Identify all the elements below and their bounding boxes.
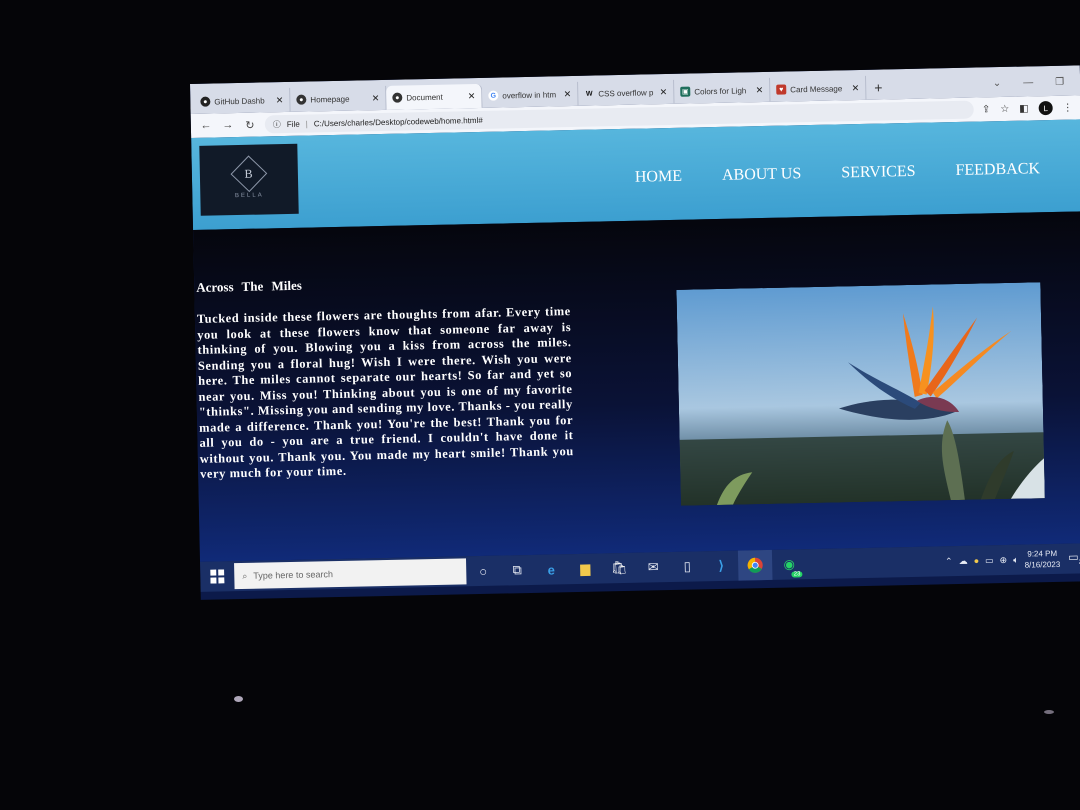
close-icon[interactable]: ✕ (372, 93, 380, 104)
logo-text: BELLA (234, 192, 264, 200)
close-icon[interactable]: ✕ (468, 91, 476, 102)
github-icon: ● (200, 96, 211, 107)
tab-colors[interactable]: ▣ Colors for Ligh ✕ (674, 77, 771, 104)
separator: | (305, 119, 308, 129)
tab-label: GitHub Dashb (214, 95, 265, 106)
whatsapp-icon[interactable]: ◉ 23 (772, 549, 807, 580)
restore-icon[interactable]: ❐ (1055, 76, 1064, 87)
file-explorer-icon[interactable]: ▆ (568, 553, 603, 584)
store-icon[interactable]: 🛍 (602, 553, 637, 584)
info-icon[interactable]: ⓘ (273, 119, 281, 130)
chevron-down-icon[interactable]: ⌄ (993, 78, 1002, 89)
reload-icon[interactable]: ↻ (243, 118, 257, 131)
clock-date: 8/16/2023 (1024, 559, 1061, 570)
search-icon: ⌕ (242, 570, 248, 581)
flower-image-drawing (676, 282, 1045, 506)
bird-of-paradise-image (676, 282, 1045, 506)
logo-letter: B (244, 166, 254, 181)
laptop-screen: ● GitHub Dashb ✕ ● Homepage ✕ ● Document… (190, 65, 1080, 600)
taskbar-search[interactable]: ⌕ Type here to search (234, 558, 467, 590)
volume-icon[interactable]: 🔈︎ (1013, 554, 1019, 565)
close-icon[interactable]: ✕ (564, 89, 572, 100)
tray-app-icon[interactable]: ☁ (959, 555, 968, 566)
tab-label: CSS overflow p (598, 87, 654, 98)
star-icon[interactable]: ☆ (1000, 103, 1009, 114)
clock-time: 9:24 PM (1027, 548, 1058, 559)
mail-icon[interactable]: ✉ (636, 552, 671, 583)
document-icon[interactable]: ▯ (670, 551, 705, 582)
tray-app-icon[interactable]: ● (974, 556, 980, 566)
page-body: Across The Miles Tucked inside these flo… (193, 211, 1080, 562)
side-panel-icon[interactable]: ◧ (1019, 103, 1029, 114)
vscode-icon[interactable]: ⟩ (704, 551, 739, 582)
new-tab-button[interactable]: + (866, 75, 891, 100)
card-icon: ♥ (776, 84, 787, 95)
back-icon[interactable]: ← (199, 120, 213, 132)
w3schools-icon: W (585, 90, 593, 98)
tab-label: Document (406, 92, 443, 102)
tab-card-message[interactable]: ♥ Card Message ✕ (769, 75, 867, 102)
google-icon: G (488, 90, 499, 101)
share-icon[interactable]: ⇪ (982, 104, 991, 115)
tab-css-overflow[interactable]: W CSS overflow p ✕ (578, 79, 675, 106)
article-title: Across The Miles (196, 277, 302, 295)
nav-about-us[interactable]: ABOUT US (722, 165, 802, 185)
task-view-icon[interactable]: ⧉ (500, 555, 535, 586)
article-body: Tucked inside these flowers are thoughts… (196, 304, 574, 481)
app-icon: ▣ (680, 86, 691, 97)
whatsapp-badge: 23 (791, 571, 803, 578)
tab-label: Homepage (310, 94, 350, 104)
profile-avatar[interactable]: L (1038, 100, 1053, 116)
tab-homepage[interactable]: ● Homepage ✕ (290, 85, 387, 112)
chrome-icon[interactable] (737, 549, 773, 581)
toolbar-actions: ⇪ ☆ ◧ L ⋮ (982, 100, 1073, 117)
system-tray: ⌃ ☁ ● ▭ ⊕ 🔈︎ 9:24 PM 8/16/2023 ▭2 (945, 547, 1080, 572)
main-nav: HOME ABOUT US SERVICES FEEDBACK (635, 160, 1040, 186)
tab-overflow-google[interactable]: G overflow in htm ✕ (482, 81, 579, 108)
notification-icon[interactable]: ▭2 (1066, 551, 1080, 567)
clock[interactable]: 9:24 PM 8/16/2023 (1024, 548, 1061, 571)
close-icon[interactable]: ✕ (756, 84, 764, 95)
logo-diamond-icon: B (230, 155, 268, 193)
windows-start-icon[interactable] (200, 561, 235, 592)
edge-icon[interactable]: e (534, 554, 569, 585)
nav-feedback[interactable]: FEEDBACK (955, 160, 1040, 180)
battery-icon[interactable]: ▭ (985, 555, 994, 566)
close-icon[interactable]: ✕ (852, 82, 860, 93)
nav-services[interactable]: SERVICES (841, 163, 916, 183)
keyboard-reflection (234, 696, 243, 702)
cortana-icon[interactable]: ○ (466, 556, 501, 587)
nav-home[interactable]: HOME (635, 168, 682, 187)
url-text[interactable]: C:/Users/charles/Desktop/codeweb/home.ht… (314, 115, 483, 128)
forward-icon[interactable]: → (221, 119, 235, 131)
network-icon[interactable]: ⊕ (999, 554, 1007, 565)
site-logo[interactable]: B BELLA (199, 143, 299, 216)
file-label: File (286, 119, 300, 129)
window-controls: ⌄ — ❐ (993, 67, 1080, 97)
tab-github[interactable]: ● GitHub Dashb ✕ (194, 87, 291, 114)
keyboard-reflection (1044, 710, 1054, 714)
close-icon[interactable]: ✕ (276, 95, 284, 106)
tab-label: Card Message (790, 83, 843, 94)
globe-icon: ● (392, 92, 403, 103)
globe-icon: ● (296, 94, 307, 105)
tab-label: Colors for Ligh (694, 85, 747, 96)
tab-document[interactable]: ● Document ✕ (386, 83, 483, 110)
chevron-up-icon[interactable]: ⌃ (945, 556, 953, 567)
search-placeholder: Type here to search (253, 569, 333, 581)
tab-label: overflow in htm (502, 89, 557, 100)
minimize-icon[interactable]: — (1023, 77, 1033, 88)
menu-icon[interactable]: ⋮ (1063, 102, 1073, 113)
close-icon[interactable]: ✕ (660, 87, 668, 98)
